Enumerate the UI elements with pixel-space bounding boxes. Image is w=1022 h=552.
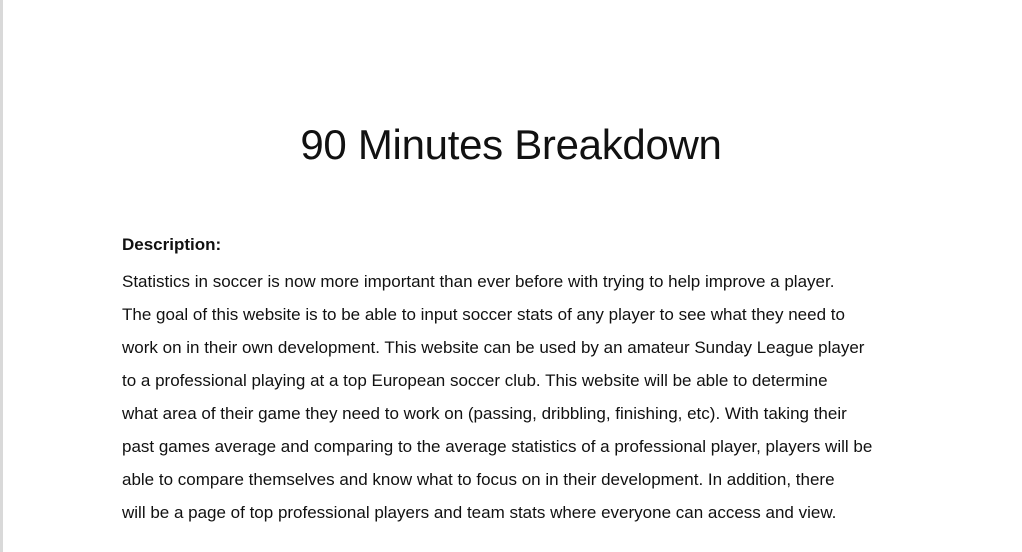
description-line: to a professional playing at a top Europ…	[122, 371, 828, 390]
description-section: Description: Statistics in soccer is now…	[122, 232, 912, 529]
description-line: Statistics in soccer is now more importa…	[122, 272, 835, 291]
description-text: Statistics in soccer is now more importa…	[122, 265, 912, 529]
description-line: The goal of this website is to be able t…	[122, 305, 845, 324]
window-left-border	[0, 0, 3, 552]
description-line: will be a page of top professional playe…	[122, 503, 837, 522]
description-line: work on in their own development. This w…	[122, 338, 865, 357]
description-line: able to compare themselves and know what…	[122, 470, 835, 489]
description-label: Description:	[122, 235, 222, 254]
description-line: past games average and comparing to the …	[122, 437, 873, 456]
page-title: 90 Minutes Breakdown	[300, 121, 722, 168]
description-line: what area of their game they need to wor…	[122, 404, 847, 423]
